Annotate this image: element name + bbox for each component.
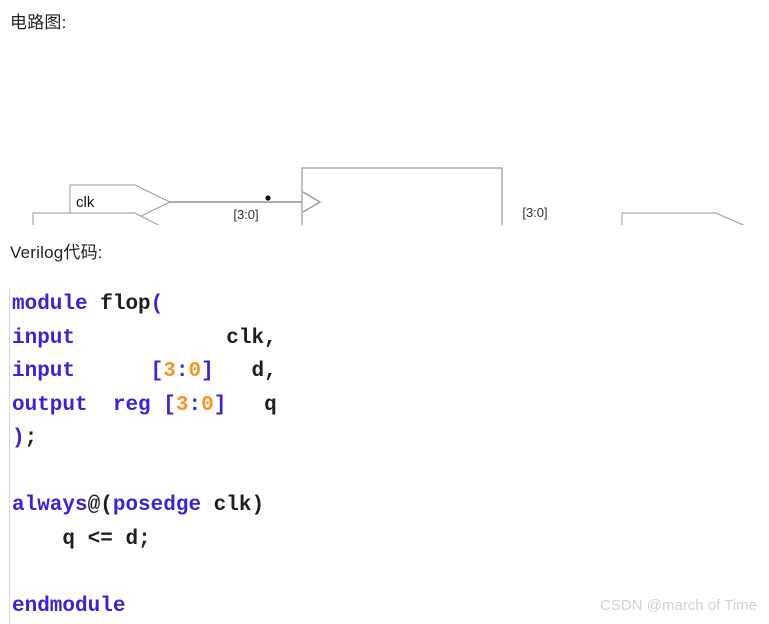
code-token: @	[87, 494, 101, 517]
verilog-code-block[interactable]: module flop(input clk, input [3:0] d, outp…	[0, 288, 500, 624]
code-token: flop	[100, 293, 151, 316]
code-line: input clk,	[12, 322, 277, 356]
bus-label-input: [3:0]	[233, 207, 258, 222]
code-line: output reg [3:0] q	[12, 389, 277, 423]
bus-label-output: [3:0]	[522, 205, 547, 220]
code-token: 0	[201, 393, 214, 417]
circuit-diagram: clk d[3:0] [3:0] D[3:0] Q[3:0] q[3:0] [3	[0, 80, 769, 225]
code-token: d,	[251, 360, 277, 383]
flipflop-input-pin-label: D[3:0]	[312, 224, 352, 225]
code-token: endmodule	[12, 594, 126, 618]
flipflop-output-pin-label: Q[3:0]	[451, 224, 492, 225]
code-token: q	[62, 527, 76, 551]
code-token: 3	[175, 393, 189, 417]
code-line: module flop(	[12, 288, 163, 322]
code-token: output	[12, 393, 88, 417]
code-token: (	[150, 293, 164, 316]
code-section-heading: Verilog代码:	[10, 243, 103, 262]
code-token: always	[12, 494, 88, 517]
code-line: q <= d;	[12, 523, 151, 557]
code-token: ]	[213, 393, 227, 417]
input-port-clk-label: clk	[76, 194, 95, 211]
code-token: input	[12, 326, 76, 350]
code-line: always@(posedge clk)	[12, 489, 264, 523]
input-port-d-label: d[3:0]	[40, 223, 78, 225]
code-token: [	[163, 393, 176, 417]
circuit-section-heading: 电路图:	[10, 13, 67, 32]
code-token: ;	[24, 427, 38, 450]
code-token: [	[150, 360, 164, 383]
code-token: d	[125, 527, 139, 551]
flipflop-block[interactable]: D[3:0] Q[3:0]	[301, 167, 503, 225]
code-token: q	[264, 393, 277, 417]
csdn-watermark: CSDN @march of Time	[600, 597, 757, 614]
code-line: input [3:0] d,	[12, 355, 277, 389]
code-token: )	[251, 494, 265, 517]
junction-dot-clk	[265, 195, 271, 201]
code-token: input	[12, 360, 76, 383]
code-token: clk	[213, 494, 252, 517]
code-token: reg	[112, 393, 151, 417]
code-token: 0	[188, 360, 202, 383]
code-token: :	[188, 393, 202, 417]
code-token: posedge	[112, 494, 202, 517]
output-port-q[interactable]: q[3:0]	[621, 212, 757, 225]
code-token: (	[100, 494, 113, 517]
code-token: clk,	[226, 326, 277, 350]
flipflop-block-body	[301, 167, 503, 225]
code-token: ;	[138, 527, 151, 551]
code-gutter-line	[9, 288, 10, 624]
input-port-d[interactable]: d[3:0]	[32, 212, 170, 225]
output-port-q-label: q[3:0]	[628, 223, 666, 225]
code-token: )	[12, 427, 25, 450]
code-token: <=	[87, 527, 113, 551]
code-token: 3	[163, 360, 176, 383]
code-line: endmodule	[12, 590, 125, 624]
code-line: );	[12, 422, 37, 456]
circuit-diagram-svg: clk d[3:0] [3:0] D[3:0] Q[3:0] q[3:0] [3	[32, 167, 757, 225]
code-token: :	[175, 360, 189, 383]
code-token: module	[12, 293, 88, 316]
code-token: ]	[201, 360, 214, 383]
